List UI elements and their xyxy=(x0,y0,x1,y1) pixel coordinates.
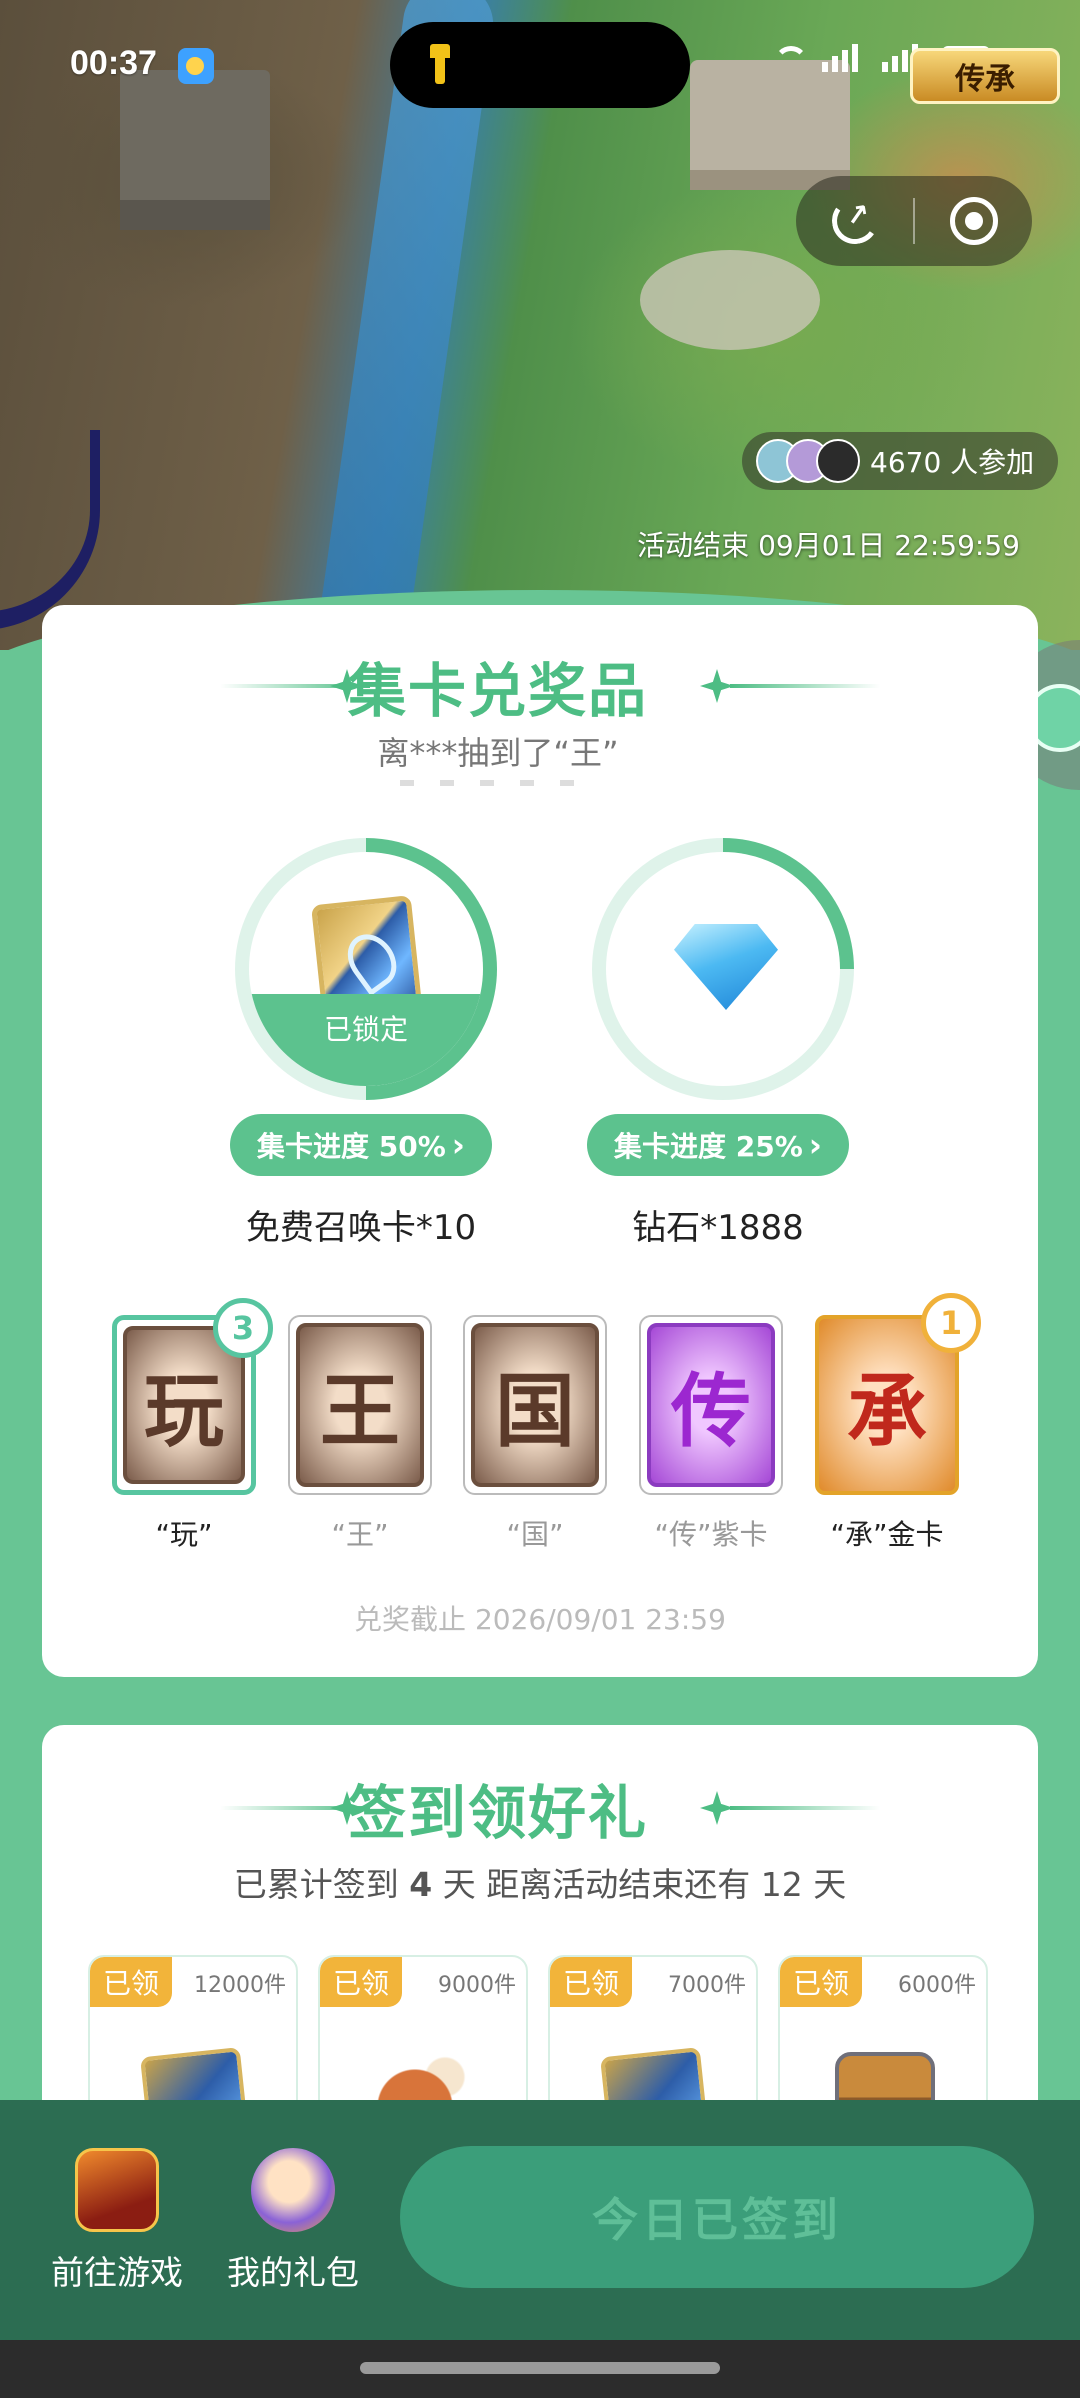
miniapp-capsule xyxy=(796,176,1032,266)
banner-edge xyxy=(0,430,100,630)
sparkle-icon xyxy=(700,1791,734,1825)
remaining-days: 12 xyxy=(760,1865,803,1904)
chevron-right-icon: › xyxy=(808,1126,822,1164)
winner-ticker: 离***抽到了“王” xyxy=(377,734,619,772)
title-line-right xyxy=(730,684,880,688)
letter-card-chuan[interactable]: 传 “传”紫卡 xyxy=(639,1315,789,1553)
card-frame: 国 xyxy=(463,1315,607,1495)
prize-image-frame: 已锁定 xyxy=(249,852,483,1086)
reward-quantity: 7000件 xyxy=(668,1973,746,1998)
letter-card-cheng[interactable]: 承 1 “承”金卡 xyxy=(815,1293,981,1553)
title-line-right xyxy=(730,1806,880,1810)
plaza-art xyxy=(640,250,820,350)
card-label: “传”紫卡 xyxy=(654,1518,768,1551)
gift-avatar-icon xyxy=(251,2148,335,2232)
collect-title-text: 集卡兑奖品 xyxy=(347,657,648,725)
dynamic-island xyxy=(390,22,690,108)
summary-prefix: 已累计签到 xyxy=(233,1865,399,1904)
bottom-action-bar: 前往游戏 我的礼包 今日已签到 xyxy=(0,2100,1080,2340)
summary-suffix: 天 xyxy=(813,1865,847,1904)
claimed-badge: 已领 xyxy=(550,1957,632,2007)
card-count-badge: 1 xyxy=(921,1293,981,1353)
card-frame: 传 xyxy=(639,1315,783,1495)
progress-ring xyxy=(592,838,854,1100)
progress-ring: 已锁定 xyxy=(235,838,497,1100)
summary-middle: 天 距离活动结束还有 xyxy=(442,1865,751,1904)
letter-card-wan[interactable]: 玩 3 “玩” xyxy=(112,1298,273,1553)
participant-avatars xyxy=(756,439,860,483)
claimed-badge: 已领 xyxy=(320,1957,402,2007)
weather-icon xyxy=(178,48,214,84)
card-face: 王 xyxy=(296,1323,424,1487)
ticker-next-line xyxy=(400,780,600,786)
card-frame: 王 xyxy=(288,1315,432,1495)
card-face: 传 xyxy=(647,1323,775,1487)
home-indicator[interactable] xyxy=(360,2362,720,2374)
checkin-title: 签到领好礼 xyxy=(0,1766,996,1850)
checkin-title-text: 签到领好礼 xyxy=(347,1779,648,1847)
locked-label: 已锁定 xyxy=(249,994,483,1086)
reward-quantity: 6000件 xyxy=(898,1973,976,1998)
my-gifts-button[interactable]: 我的礼包 xyxy=(218,2148,368,2294)
share-button[interactable] xyxy=(796,176,913,266)
progress-button[interactable]: 集卡进度 25% › xyxy=(587,1114,849,1176)
game-logo: 传承 xyxy=(910,48,1060,104)
sparkle-icon xyxy=(700,669,734,703)
progress-label: 集卡进度 25% xyxy=(614,1130,803,1163)
progress-button[interactable]: 集卡进度 50% › xyxy=(230,1114,492,1176)
progress-label: 集卡进度 50% xyxy=(257,1130,446,1163)
participants-pill: 4670 人参加 xyxy=(742,432,1059,490)
diamond-icon xyxy=(674,924,778,1010)
activity-end-time: 活动结束 09月01日 22:59:59 xyxy=(637,529,1020,562)
prize-image-frame xyxy=(606,852,840,1086)
participants-count: 4670 人参加 xyxy=(870,446,1035,479)
game-app-icon xyxy=(75,2148,159,2232)
checkin-button[interactable]: 今日已签到 xyxy=(400,2146,1034,2288)
checkin-summary: 已累计签到 4 天 距离活动结束还有 12 天 xyxy=(0,1858,1080,1906)
card-frame: 玩 3 xyxy=(112,1298,273,1495)
chevron-right-icon: › xyxy=(451,1126,465,1164)
target-icon xyxy=(949,197,998,245)
claimed-badge: 已领 xyxy=(780,1957,862,2007)
go-to-game-label: 前往游戏 xyxy=(51,2253,183,2292)
card-label: “国” xyxy=(506,1518,564,1551)
share-icon xyxy=(827,194,882,248)
reward-quantity: 12000件 xyxy=(194,1973,286,1998)
redeem-deadline: 兑奖截止 2026/09/01 23:59 xyxy=(354,1603,726,1636)
card-label: “玩” xyxy=(155,1518,213,1551)
go-to-game-button[interactable]: 前往游戏 xyxy=(42,2148,192,2294)
claimed-badge: 已领 xyxy=(90,1957,172,2007)
status-time: 00:37 xyxy=(70,44,157,82)
card-face: 国 xyxy=(471,1323,599,1487)
card-label: “承”金卡 xyxy=(830,1518,944,1551)
card-frame: 承 1 xyxy=(815,1293,981,1495)
system-nav-area xyxy=(0,2340,1080,2398)
reward-quantity: 9000件 xyxy=(438,1973,516,1998)
letter-card-wang[interactable]: 王 “王” xyxy=(288,1315,438,1553)
signal-icon xyxy=(822,42,868,72)
letter-card-guo[interactable]: 国 “国” xyxy=(463,1315,613,1553)
prize-name: 钻石*1888 xyxy=(632,1208,804,1248)
avatar xyxy=(816,439,860,483)
checkin-days: 4 xyxy=(409,1865,433,1904)
wifi-icon xyxy=(774,46,808,72)
flashlight-icon xyxy=(430,44,450,86)
my-gifts-label: 我的礼包 xyxy=(227,2253,359,2292)
close-miniapp-button[interactable] xyxy=(915,176,1032,266)
card-count-badge: 3 xyxy=(213,1298,273,1358)
card-label: “王” xyxy=(331,1518,389,1551)
collect-title: 集卡兑奖品 xyxy=(0,644,996,728)
prize-name: 免费召唤卡*10 xyxy=(245,1208,477,1248)
